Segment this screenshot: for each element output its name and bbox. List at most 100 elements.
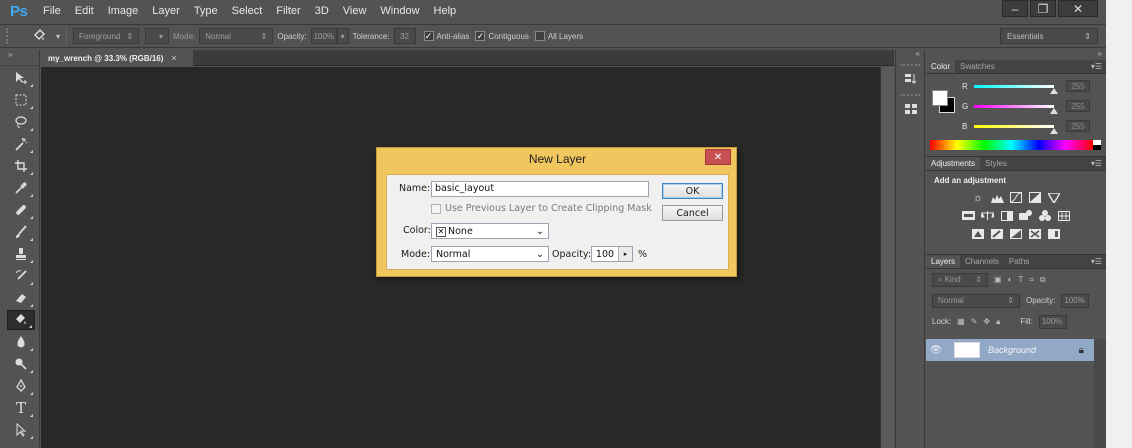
lock-all-icon[interactable]: 🔒︎ [996,317,1000,327]
canvas-scrollbar[interactable] [880,67,894,448]
fill-source-select[interactable]: Foreground ⇕ [73,28,140,44]
channel-mixer-icon[interactable] [1038,210,1051,221]
color-spectrum[interactable] [930,140,1093,150]
blue-slider-track[interactable] [974,124,1058,134]
exposure-icon[interactable] [1029,192,1042,203]
layer-opacity-field[interactable]: 100% [1061,293,1090,308]
foreground-swatch[interactable] [932,90,948,106]
green-slider-track[interactable] [974,104,1058,114]
blend-mode-select[interactable]: Normal ⇕ [932,293,1020,308]
ok-button[interactable]: OK [662,183,723,199]
lasso-tool-icon[interactable] [7,112,35,132]
minimize-button[interactable]: – [1002,0,1028,17]
brush-icon[interactable] [7,222,35,242]
blur-tool-icon[interactable] [7,332,35,352]
menu-view[interactable]: View [336,0,374,22]
move-tool-icon[interactable] [7,68,35,88]
photo-filter-icon[interactable] [1019,210,1032,221]
rectangle-tool-icon[interactable] [7,442,35,448]
panel-menu-icon[interactable]: ▾☰ [1091,159,1102,168]
opacity-field[interactable]: 100% [310,28,337,44]
slider-handle[interactable] [1050,107,1058,114]
tab-paths[interactable]: Paths [1004,255,1034,268]
mode-select[interactable]: Normal ⇕ [199,28,274,44]
dodge-tool-icon[interactable] [7,354,35,374]
tab-swatches[interactable]: Swatches [955,60,1000,73]
layer-color-select[interactable]: ✕ None ⌄ [431,223,549,239]
clone-stamp-icon[interactable] [7,244,35,264]
cancel-button[interactable]: Cancel [662,205,723,221]
layer-row-background[interactable]: 👁︎ Background 🔒︎ [926,339,1094,361]
filter-shape-icon[interactable]: ⌗ [1029,275,1034,285]
menu-window[interactable]: Window [373,0,426,22]
brightness-contrast-icon[interactable]: ☼ [972,192,985,204]
opacity-field[interactable]: 100 ▸ [591,246,633,262]
selective-color-icon[interactable] [1029,228,1042,239]
clipping-mask-checkbox[interactable] [431,204,441,214]
posterize-icon[interactable] [991,228,1004,239]
menu-image[interactable]: Image [101,0,146,22]
history-panel-icon[interactable] [900,70,922,88]
blue-slider[interactable]: B 255 [962,118,1102,134]
filter-pixel-icon[interactable]: ▣ [994,275,1002,284]
dialog-close-button[interactable]: ✕ [705,149,731,165]
properties-panel-icon[interactable] [900,100,922,118]
antialias-checkbox[interactable]: ✓ [423,31,434,41]
menu-select[interactable]: Select [225,0,270,22]
filter-type-icon[interactable]: T [1018,275,1023,284]
color-balance-icon[interactable] [981,210,994,221]
filter-smart-object-icon[interactable]: ⧉ [1040,275,1046,285]
options-grip[interactable] [6,28,14,44]
tab-styles[interactable]: Styles [980,157,1012,170]
black-white-icon[interactable] [1000,210,1013,221]
panel-menu-icon[interactable]: ▾☰ [1091,257,1102,266]
healing-brush-icon[interactable] [7,200,35,220]
invert-icon[interactable] [972,228,985,239]
red-value[interactable]: 255 [1066,80,1090,92]
opacity-slider-button[interactable]: ▾ [336,28,349,44]
collapse-tools-icon[interactable]: » [0,50,39,66]
eraser-icon[interactable] [7,288,35,308]
menu-3d[interactable]: 3D [308,0,336,22]
magic-wand-icon[interactable] [7,134,35,154]
black-white-ramp[interactable] [1093,140,1101,150]
marquee-tool-icon[interactable] [7,90,35,110]
hue-saturation-icon[interactable] [962,210,975,221]
panel-menu-icon[interactable]: ▾☰ [1091,62,1102,71]
filter-adjustment-icon[interactable]: ◐ [1008,275,1013,284]
lock-image-icon[interactable]: ✎ [971,317,978,326]
pattern-picker[interactable]: ▾ [145,28,170,44]
tab-layers[interactable]: Layers [926,255,961,268]
layers-scrollbar[interactable] [1094,339,1106,448]
lock-transparent-icon[interactable]: ▦ [957,317,965,326]
opacity-slider-button[interactable]: ▸ [618,247,632,261]
tool-preset-caret-icon[interactable]: ▾ [56,32,60,41]
path-selection-icon[interactable] [7,420,35,440]
slider-handle[interactable] [1050,127,1058,134]
crop-tool-icon[interactable] [7,156,35,176]
levels-icon[interactable] [990,192,1004,203]
menu-file[interactable]: File [34,0,68,22]
paint-bucket-icon[interactable] [28,27,50,45]
contiguous-checkbox[interactable]: ✓ [475,31,486,41]
history-brush-icon[interactable] [7,266,35,286]
menu-filter[interactable]: Filter [269,0,307,22]
document-tab[interactable]: my_wrench @ 33.3% (RGB/16) × [41,50,193,66]
restore-button[interactable]: ❐ [1030,0,1056,17]
red-slider-track[interactable] [974,84,1058,94]
tolerance-field[interactable]: 32 [393,28,416,44]
workspace-select[interactable]: Essentials ⇕ [1000,28,1098,44]
collapse-panels-icon[interactable]: » [926,50,1106,60]
gradient-map-icon[interactable] [1048,228,1061,239]
eye-icon[interactable]: 👁︎ [926,345,946,356]
green-value[interactable]: 255 [1066,100,1090,112]
blend-mode-select[interactable]: Normal ⌄ [431,246,549,262]
tab-channels[interactable]: Channels [960,255,1004,268]
menu-layer[interactable]: Layer [145,0,187,22]
tab-color[interactable]: Color [926,60,956,73]
layer-fill-field[interactable]: 100% [1038,314,1067,329]
paint-bucket-tool-icon[interactable] [7,310,35,330]
vibrance-icon[interactable] [1048,192,1061,203]
menu-help[interactable]: Help [427,0,464,22]
curves-icon[interactable] [1010,192,1023,203]
